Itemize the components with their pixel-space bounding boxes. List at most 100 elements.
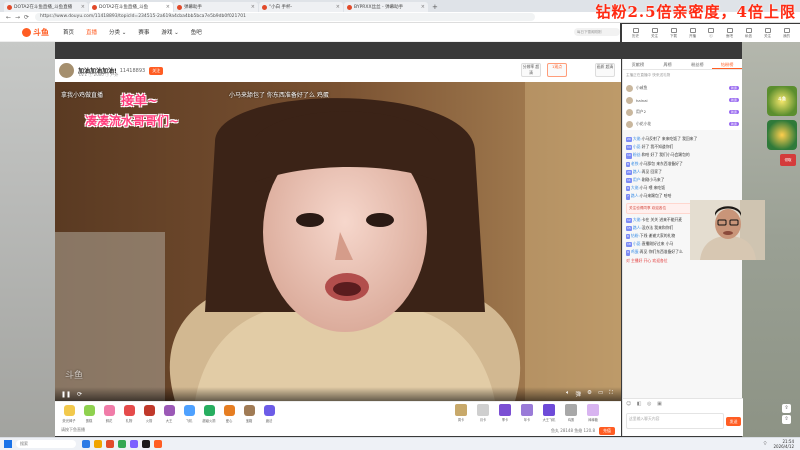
share-icon[interactable]: ⇪ [782,404,791,413]
close-tab-icon[interactable]: × [336,4,340,10]
close-tab-icon[interactable]: × [421,4,425,10]
network-icon[interactable]: ⌔ [763,441,768,447]
chat-rank-tab[interactable]: 钻粉榜 [712,59,742,69]
header-icon[interactable]: 我的 [783,27,790,39]
new-tab-button[interactable]: + [432,2,438,12]
chat-username[interactable]: 粉丝: [633,152,642,157]
premium-gift-item[interactable]: 周卡 [450,404,472,422]
gift-item[interactable]: 蛋糕 [79,405,99,423]
rank-row[interactable]: halnai 新贵 [623,94,742,106]
taskbar-app-icon[interactable] [94,440,102,448]
url-field[interactable]: https://www.douyu.com/11418893/topicId=2… [35,13,535,21]
gift-item[interactable]: 超级火箭 [199,405,219,423]
chat-input[interactable]: 这里输入聊天内容 [626,413,724,429]
chat-username[interactable]: 小夏: [633,144,642,149]
top-icon[interactable]: ⇧ [782,415,791,424]
chat-rank-tab[interactable]: 周榜 [653,59,683,69]
chat-message[interactable]: 8 老铁:小马舔包 来东西准备好了 [623,160,743,168]
chat-username[interactable]: 大佬: [633,136,642,141]
premium-gift-item[interactable]: 棒棒糖 [582,404,604,422]
browser-tab[interactable]: DOTA2在斗鱼直播_斗鱼 × [89,2,173,12]
gift-item[interactable]: 火箭 [139,405,159,423]
browser-tab[interactable]: BYPRXX丝丝 - 弹幕助手 × [344,2,428,12]
taskbar-app-icon[interactable] [154,440,162,448]
nav-item[interactable]: 首页 [63,28,74,36]
start-icon[interactable] [4,440,12,448]
fullscreen-icon[interactable]: ⛶ [609,390,613,398]
chat-username[interactable]: 大佬: [631,185,640,190]
premium-gift-item[interactable]: 大王飞机 [538,404,560,422]
header-icon[interactable]: 鱼吧 [726,27,733,39]
send-button[interactable]: 发送 [726,417,741,426]
forward-icon[interactable]: → [13,14,22,21]
header-icon[interactable]: 关注 [764,27,771,39]
header-icon[interactable]: 开播 [689,27,696,39]
premium-gift-item[interactable]: 年卡 [516,404,538,422]
browser-tab[interactable]: 弹幕助手 × [174,2,258,12]
refresh-icon[interactable]: ⟳ [22,14,31,21]
promo-badge-1[interactable]: 斗鱼 [767,86,797,116]
taskbar-app-icon[interactable] [82,440,90,448]
volume-icon[interactable]: 🔈︎ [566,390,569,398]
quality-option[interactable]: 画质 超清 [595,63,615,77]
browser-tab[interactable]: "小白 手杯- × [259,2,343,12]
promo-badge-2[interactable] [767,120,797,150]
back-icon[interactable]: ← [4,14,13,21]
chat-message[interactable]: 9 大佬:小马 喂 来吃饭 [623,184,743,192]
header-icon[interactable]: 历史 [632,27,639,39]
chat-message[interactable]: 10 粉丝:和哈 好了 我们小马会踢包的 [623,151,743,159]
video-player[interactable]: 拿我小鸡做直播 小马来舔包了 你东西准备好了么 鸡蛋 接单~ 凑凑流水哥哥们~ … [55,82,621,401]
chat-username[interactable]: 小夏: [633,241,642,246]
nav-item[interactable]: 鱼吧 [191,28,202,36]
nav-item[interactable]: 赛事 [138,28,149,36]
promo-claim-button[interactable]: 领取 [780,154,796,166]
chat-rank-tab[interactable]: 贡献榜 [623,59,653,69]
chat-username[interactable]: 大佬: [633,217,642,222]
gift-item[interactable]: 鲜花 [99,405,119,423]
gift-item[interactable]: 飞机 [179,405,199,423]
close-tab-icon[interactable]: × [251,4,255,10]
gift-item[interactable]: 宝箱 [239,405,259,423]
chat-tool-icons[interactable]: ☺ ◧ ◎ ▣ [623,399,743,409]
premium-gift-item[interactable]: 季卡 [494,404,516,422]
chat-message[interactable]: 11 用户:刚刚小马来了 [623,176,743,184]
premium-gift-item[interactable]: 鸡蛋 [560,404,582,422]
chat-message[interactable]: 20 路人:再见 回家了 [623,168,743,176]
nav-item[interactable]: 分类 ⌄ [109,28,126,36]
taskbar-search[interactable]: 搜索 [16,440,76,448]
quality-option[interactable]: 1观点 [547,63,567,77]
refresh-stream-icon[interactable]: ⟳ [77,391,82,398]
danmu-toggle-icon[interactable]: 弹 [575,390,581,398]
streamer-avatar[interactable] [59,63,74,78]
chat-username[interactable]: 老铁: [631,161,640,166]
gift-item[interactable]: 礼物 [119,405,139,423]
follow-button[interactable]: 关注 [149,66,164,75]
taskbar-clock[interactable]: 21:54 2026/4/12 [773,439,794,449]
chat-username[interactable]: 钻粉: [631,233,640,238]
pause-icon[interactable]: ❚❚ [61,391,71,398]
chat-username[interactable]: 路人: [633,225,642,230]
close-tab-icon[interactable]: × [81,4,85,10]
site-logo[interactable]: 斗鱼 [22,27,49,38]
gift-item[interactable]: 爱心 [219,405,239,423]
rank-row[interactable]: 小咸鱼 新贵 [623,82,742,94]
chat-message[interactable]: 20 大佬:小马反射了 来来吃饭了 我回来了 [623,135,743,143]
close-tab-icon[interactable]: × [166,4,170,10]
chat-username[interactable]: 路人: [631,193,640,198]
chat-rank-tab[interactable]: 粉丝榜 [683,59,713,69]
browser-tab[interactable]: DOTA2在斗鱼直播_斗鱼直播 × [4,2,88,12]
search-input[interactable]: 每日下雪阁刚刚 [574,28,620,36]
taskbar-app-icon[interactable] [106,440,114,448]
chat-username[interactable]: 用户: [633,177,642,182]
pip-icon[interactable]: ▭ [598,390,603,398]
header-icon[interactable]: ⓒ [708,27,714,39]
rank-row[interactable]: 小花小花 新贵 [623,118,742,130]
chat-username[interactable]: 路人: [633,169,642,174]
nav-item[interactable]: 游戏 ⌄ [161,28,178,36]
gift-item[interactable]: 荧光棒子 [59,405,79,423]
settings-icon[interactable]: ⚙ [587,390,592,398]
chat-message[interactable]: 14 小夏:好了 我不知道你们 [623,143,743,151]
gift-item[interactable]: 大王 [159,405,179,423]
rank-row[interactable]: 用户2 新贵 [623,106,742,118]
chat-username[interactable]: 鸡蛋: [631,249,640,254]
